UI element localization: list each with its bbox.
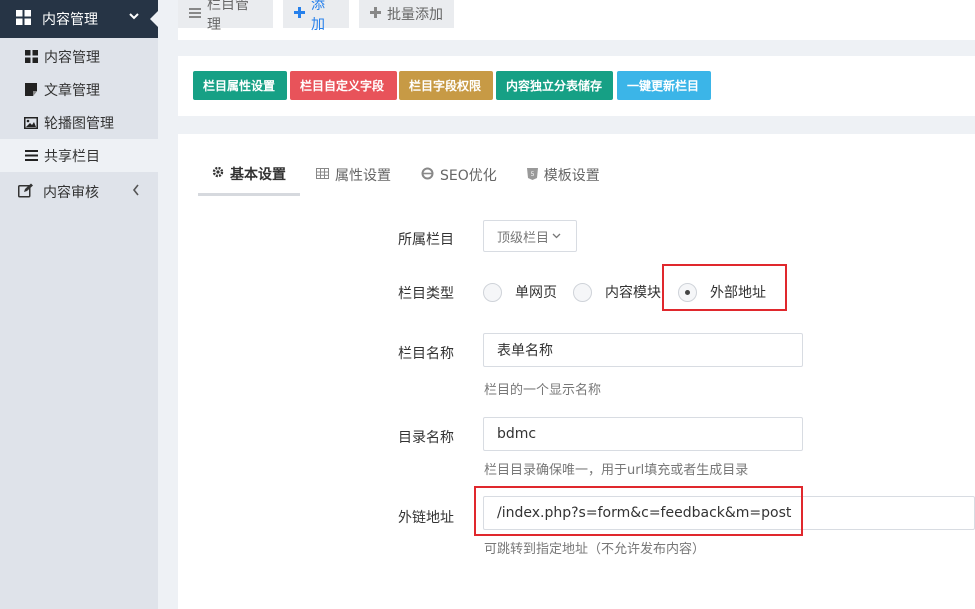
add-button[interactable]: 添加 bbox=[283, 0, 349, 33]
button-label: 一键更新栏目 bbox=[627, 79, 700, 93]
field-permissions-button[interactable]: 栏目字段权限 bbox=[399, 71, 493, 100]
column-name-input[interactable]: 表单名称 bbox=[483, 333, 803, 367]
parent-column-label: 所属栏目 bbox=[398, 232, 454, 248]
sidebar-header-label: 内容管理 bbox=[42, 12, 98, 28]
sidebar-group-label: 内容审核 bbox=[43, 185, 99, 201]
html5-icon: 5 bbox=[526, 167, 538, 183]
external-link-hint: 可跳转到指定地址（不允许发布内容） bbox=[484, 542, 706, 557]
grid-icon bbox=[24, 50, 38, 63]
radio-label: 单网页 bbox=[515, 285, 557, 301]
type-radio-content-module[interactable]: 内容模块 bbox=[573, 282, 661, 302]
button-label: 栏目字段权限 bbox=[409, 79, 482, 93]
external-link-value: /index.php?s=form&c=feedback&m=post bbox=[497, 505, 792, 521]
tab-label: SEO优化 bbox=[440, 168, 497, 184]
plus-icon bbox=[370, 6, 381, 22]
action-bar: 栏目属性设置 栏目自定义字段 栏目字段权限 内容独立分表储存 一键更新栏目 bbox=[178, 56, 975, 116]
chevron-left-icon bbox=[132, 184, 140, 200]
type-radio-external-url[interactable]: 外部地址 bbox=[678, 282, 766, 302]
column-manage-label: 栏目管理 bbox=[207, 0, 249, 33]
list-icon bbox=[189, 7, 201, 22]
directory-name-hint: 栏目目录确保唯一，用于url填充或者生成目录 bbox=[484, 463, 749, 478]
add-label: 添加 bbox=[311, 0, 325, 33]
button-label: 栏目属性设置 bbox=[203, 79, 276, 93]
svg-text:5: 5 bbox=[530, 171, 534, 178]
radio-circle[interactable] bbox=[483, 282, 502, 302]
radio-circle-checked[interactable] bbox=[678, 282, 697, 302]
grid-icon bbox=[16, 9, 32, 29]
browser-e-icon bbox=[421, 167, 434, 183]
edit-icon bbox=[18, 183, 34, 202]
tab-label: 属性设置 bbox=[335, 168, 391, 184]
parent-column-select[interactable]: 顶级栏目 bbox=[483, 220, 577, 252]
active-notch bbox=[150, 11, 158, 27]
button-label: 栏目自定义字段 bbox=[300, 79, 385, 93]
sidebar-item-articles[interactable]: 文章管理 bbox=[0, 73, 158, 106]
chevron-down-icon bbox=[552, 231, 561, 242]
tab-attribute-settings[interactable]: 属性设置 bbox=[302, 154, 405, 196]
tab-basic-settings[interactable]: 基本设置 bbox=[198, 154, 300, 196]
parent-column-value: 顶级栏目 bbox=[497, 230, 550, 246]
form-panel: 基本设置 属性设置 SEO优化 5 模板设置 所属栏目 顶级栏目 栏目类型 单网… bbox=[178, 134, 975, 609]
sidebar-item-shared-columns[interactable]: 共享栏目 bbox=[0, 139, 158, 172]
note-icon bbox=[24, 83, 38, 96]
sidebar-item-label: 文章管理 bbox=[44, 82, 100, 99]
radio-label: 外部地址 bbox=[710, 285, 766, 301]
column-name-value: 表单名称 bbox=[497, 343, 553, 359]
radio-circle[interactable] bbox=[573, 282, 592, 302]
table-icon bbox=[316, 168, 329, 182]
sidebar-item-label: 轮播图管理 bbox=[44, 115, 114, 132]
list-icon bbox=[24, 150, 38, 161]
tab-template-settings[interactable]: 5 模板设置 bbox=[513, 154, 614, 196]
column-manage-button[interactable]: 栏目管理 bbox=[178, 0, 273, 33]
type-radio-single-page[interactable]: 单网页 bbox=[483, 282, 557, 302]
tab-label: 模板设置 bbox=[543, 168, 600, 184]
sidebar-header-content-management[interactable]: 内容管理 bbox=[0, 0, 158, 38]
sidebar: 内容管理 内容管理 文章管理 轮播图管理 共享栏目 内容审核 bbox=[0, 0, 158, 609]
column-name-hint: 栏目的一个显示名称 bbox=[484, 383, 602, 398]
sidebar-item-label: 内容管理 bbox=[44, 49, 100, 66]
top-toolbar: 栏目管理 添加 批量添加 bbox=[178, 0, 975, 40]
directory-name-value: bdmc bbox=[497, 426, 537, 442]
directory-name-label: 目录名称 bbox=[398, 430, 454, 446]
column-attr-settings-button[interactable]: 栏目属性设置 bbox=[193, 71, 287, 100]
chevron-down-icon bbox=[128, 10, 140, 25]
sidebar-item-label: 共享栏目 bbox=[44, 148, 100, 165]
tab-seo[interactable]: SEO优化 bbox=[407, 154, 511, 196]
custom-fields-button[interactable]: 栏目自定义字段 bbox=[290, 71, 397, 100]
sidebar-item-carousel[interactable]: 轮播图管理 bbox=[0, 106, 158, 139]
directory-name-input[interactable]: bdmc bbox=[483, 417, 803, 451]
gear-icon bbox=[212, 166, 224, 181]
plus-icon bbox=[294, 6, 305, 22]
image-icon bbox=[24, 116, 38, 129]
external-link-input[interactable]: /index.php?s=form&c=feedback&m=post bbox=[483, 496, 975, 530]
batch-add-button[interactable]: 批量添加 bbox=[359, 0, 454, 28]
sidebar-group-content-review[interactable]: 内容审核 bbox=[0, 175, 158, 209]
sidebar-item-content[interactable]: 内容管理 bbox=[0, 40, 158, 73]
batch-add-label: 批量添加 bbox=[387, 7, 443, 23]
tab-label: 基本设置 bbox=[230, 166, 286, 183]
update-columns-button[interactable]: 一键更新栏目 bbox=[617, 71, 711, 100]
separate-table-storage-button[interactable]: 内容独立分表储存 bbox=[496, 71, 613, 100]
external-link-label: 外链地址 bbox=[398, 510, 454, 526]
radio-label: 内容模块 bbox=[605, 285, 661, 301]
column-name-label: 栏目名称 bbox=[398, 346, 454, 362]
button-label: 内容独立分表储存 bbox=[506, 79, 603, 93]
column-type-label: 栏目类型 bbox=[398, 286, 454, 302]
settings-tabs: 基本设置 属性设置 SEO优化 5 模板设置 bbox=[198, 154, 616, 196]
